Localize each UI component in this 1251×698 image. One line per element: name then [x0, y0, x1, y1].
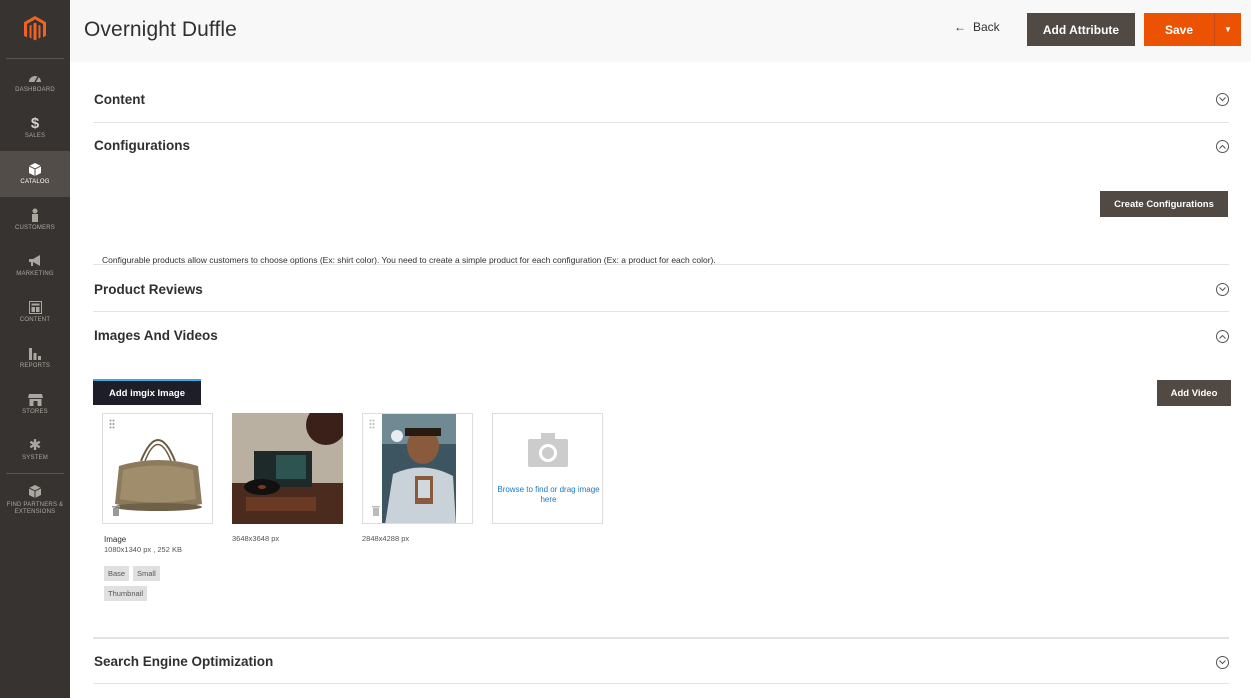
- section-product-reviews[interactable]: Product Reviews: [93, 265, 1229, 312]
- chevron-up-icon[interactable]: [1216, 140, 1229, 153]
- arrow-left-icon: ←: [954, 20, 966, 34]
- save-options-toggle[interactable]: ▼: [1214, 13, 1241, 46]
- back-label: Back: [973, 20, 1000, 34]
- sidebar-item-label: Customers: [14, 225, 56, 231]
- chevron-down-icon[interactable]: [1216, 656, 1229, 669]
- create-configurations-button[interactable]: Create Configurations: [1100, 191, 1228, 217]
- image-upload-dropzone[interactable]: Browse to find or drag image here: [492, 413, 603, 524]
- caret-down-icon: ▼: [1224, 25, 1232, 34]
- megaphone-icon: [27, 254, 43, 268]
- section-content[interactable]: Content: [93, 76, 1229, 123]
- box-icon: [27, 485, 43, 499]
- add-video-button[interactable]: Add Video: [1157, 380, 1231, 406]
- page-title: Overnight Duffle: [84, 18, 237, 41]
- sidebar-item-sales[interactable]: $ Sales: [0, 105, 70, 151]
- upload-instructions[interactable]: Browse to find or drag image here: [493, 485, 604, 505]
- section-seo[interactable]: Search Engine Optimization: [93, 638, 1229, 684]
- trash-icon[interactable]: [372, 505, 380, 516]
- magento-logo-icon: [24, 16, 46, 41]
- gallery-image-2[interactable]: [232, 413, 343, 524]
- section-configurations: Configurations: [93, 123, 1229, 265]
- sidebar-item-label: Stores: [22, 409, 48, 415]
- cube-icon: [27, 162, 43, 176]
- sidebar-item-catalog[interactable]: Catalog: [0, 151, 70, 197]
- section-title[interactable]: Search Engine Optimization: [94, 654, 273, 669]
- gallery-image-1[interactable]: [102, 413, 213, 524]
- dashboard-icon: [27, 70, 43, 84]
- person-icon: [27, 208, 43, 222]
- sidebar-item-marketing[interactable]: Marketing: [0, 243, 70, 289]
- drag-handle-icon[interactable]: [369, 419, 375, 429]
- layout-icon: [27, 300, 43, 314]
- add-imgix-image-button[interactable]: Add imgix Image: [93, 379, 201, 405]
- sidebar-item-label: Content: [19, 317, 51, 323]
- back-button[interactable]: ← Back: [954, 20, 1000, 34]
- image-role-badge: Small: [133, 566, 160, 581]
- section-title[interactable]: Images And Videos: [94, 328, 218, 343]
- add-attribute-button[interactable]: Add Attribute: [1027, 13, 1135, 46]
- page-header: Overnight Duffle ← Back Add Attribute Sa…: [70, 0, 1251, 62]
- sidebar-item-label: Sales: [24, 133, 46, 139]
- sidebar-item-label: System: [22, 455, 48, 461]
- sidebar-item-label: Marketing: [16, 271, 54, 277]
- sidebar-item-customers[interactable]: Customers: [0, 197, 70, 243]
- admin-sidebar: Dashboard $ Sales Catalog Customers Mark…: [0, 0, 70, 698]
- image-title: Image: [104, 535, 127, 544]
- section-title[interactable]: Configurations: [94, 138, 190, 153]
- sidebar-item-reports[interactable]: Reports: [0, 335, 70, 381]
- sidebar-item-system[interactable]: ✱ System: [0, 427, 70, 473]
- store-icon: [27, 392, 43, 406]
- save-button[interactable]: Save: [1144, 13, 1214, 46]
- image-meta: 3648x3648 px: [232, 534, 280, 543]
- sidebar-item-label: Find Partners & Extensions: [6, 501, 64, 515]
- record-player-photo: [232, 413, 343, 524]
- section-title[interactable]: Content: [94, 92, 145, 107]
- image-meta: 1080x1340 px , 252 KB: [104, 545, 182, 554]
- camera-icon: [528, 433, 568, 467]
- dollar-icon: $: [30, 114, 40, 132]
- chevron-down-icon[interactable]: [1216, 93, 1229, 106]
- sidebar-item-dashboard[interactable]: Dashboard: [0, 59, 70, 105]
- sidebar-item-content[interactable]: Content: [0, 289, 70, 335]
- sidebar-item-label: Dashboard: [15, 87, 55, 93]
- sidebar-item-stores[interactable]: Stores: [0, 381, 70, 427]
- bar-chart-icon: [27, 346, 43, 360]
- sidebar-item-label: Catalog: [20, 179, 50, 185]
- image-role-badge: Base: [104, 566, 130, 581]
- sidebar-item-label: Reports: [19, 363, 51, 369]
- gallery-image-3[interactable]: [362, 413, 473, 524]
- product-form: Content Configurations Configurable prod…: [70, 62, 1251, 698]
- chevron-down-icon[interactable]: [1216, 283, 1229, 296]
- gear-icon: ✱: [28, 437, 42, 454]
- section-title[interactable]: Product Reviews: [94, 282, 203, 297]
- image-meta: 2848x4288 px: [362, 534, 410, 543]
- magento-logo[interactable]: [0, 0, 70, 58]
- image-role-badge: Thumbnail: [104, 586, 148, 601]
- chevron-up-icon[interactable]: [1216, 330, 1229, 343]
- sidebar-item-partners[interactable]: Find Partners & Extensions: [0, 474, 70, 526]
- trash-icon[interactable]: [112, 505, 120, 516]
